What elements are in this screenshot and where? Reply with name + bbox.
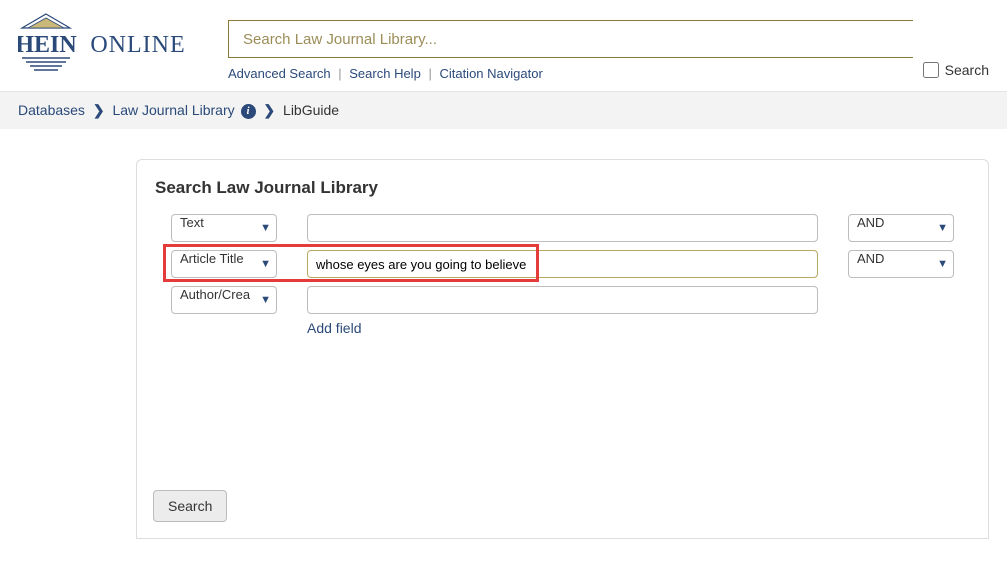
advanced-search-link[interactable]: Advanced Search	[228, 66, 331, 81]
advanced-search-form: Search Law Journal Library Text ▼ AND ▼ …	[136, 159, 989, 539]
chevron-right-icon: ❯	[93, 102, 105, 118]
svg-text:ONLINE: ONLINE	[90, 32, 185, 58]
search-row: Author/Crea ▼	[155, 286, 954, 314]
search-row: Text ▼ AND ▼	[155, 214, 954, 242]
breadcrumb-library[interactable]: Law Journal Library	[112, 102, 234, 118]
field-type-select[interactable]: Article Title	[171, 250, 277, 278]
breadcrumb-current: LibGuide	[283, 102, 339, 118]
field-type-select[interactable]: Author/Crea	[171, 286, 277, 314]
search-all-checkbox[interactable]	[923, 62, 939, 78]
form-title: Search Law Journal Library	[155, 178, 954, 198]
info-icon[interactable]: i	[241, 104, 256, 119]
search-value-input[interactable]	[307, 214, 818, 242]
search-row: Article Title ▼ AND ▼	[155, 250, 954, 278]
heinonline-logo[interactable]: HEIN ONLINE	[18, 8, 208, 72]
search-value-input[interactable]	[307, 250, 818, 278]
search-links: Advanced Search | Search Help | Citation…	[228, 58, 913, 91]
breadcrumb: Databases ❯ Law Journal Library i ❯ LibG…	[0, 92, 1007, 129]
boolean-operator-select[interactable]: AND	[848, 214, 954, 242]
boolean-operator-select[interactable]: AND	[848, 250, 954, 278]
search-value-input[interactable]	[307, 286, 818, 314]
search-all-label: Search	[945, 62, 989, 78]
chevron-right-icon: ❯	[263, 102, 275, 118]
add-field-link[interactable]: Add field	[307, 320, 361, 336]
search-help-link[interactable]: Search Help	[349, 66, 421, 81]
global-search-input[interactable]	[228, 20, 913, 58]
field-type-select[interactable]: Text	[171, 214, 277, 242]
citation-navigator-link[interactable]: Citation Navigator	[439, 66, 542, 81]
svg-text:HEIN: HEIN	[18, 32, 77, 58]
search-button[interactable]: Search	[153, 490, 227, 522]
breadcrumb-databases[interactable]: Databases	[18, 102, 85, 118]
